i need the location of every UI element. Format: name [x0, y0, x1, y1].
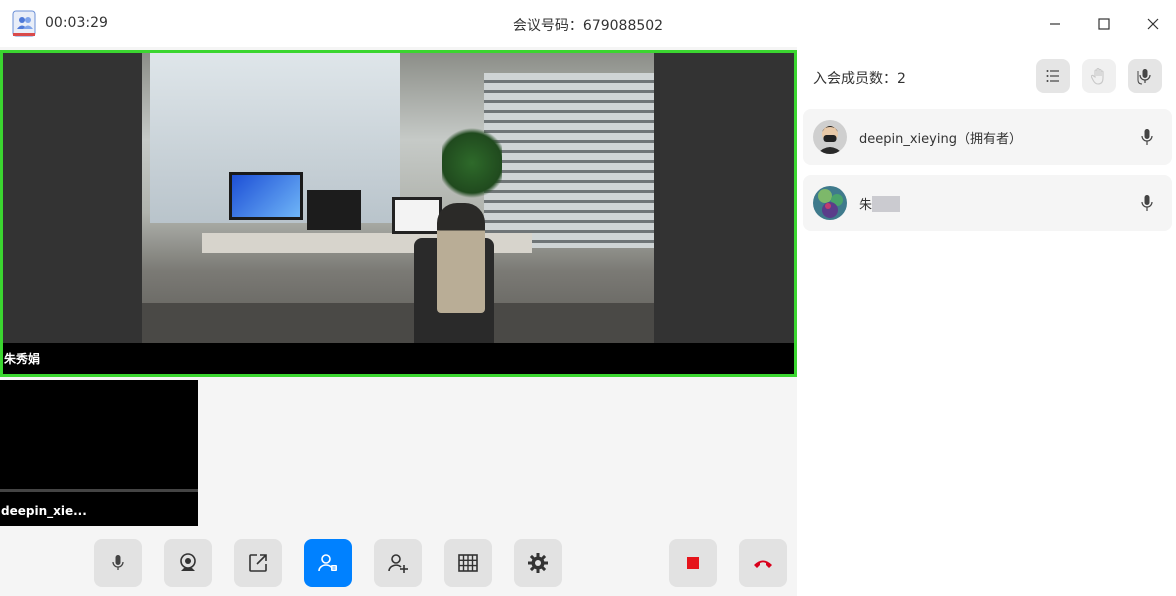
stop-icon	[687, 557, 699, 569]
hangup-icon	[754, 560, 772, 568]
meeting-id-label: 会议号码：	[512, 18, 583, 34]
member-name: deepin_xieying（拥有者）	[859, 132, 1022, 147]
add-user-icon	[388, 554, 408, 573]
maximize-button[interactable]	[1090, 10, 1118, 38]
thumbnail-video	[0, 380, 198, 492]
invite-button[interactable]	[374, 539, 422, 587]
video-area: 朱秀娟 deepin_xie...	[0, 47, 797, 596]
grid-icon	[458, 554, 478, 572]
active-speaker-video[interactable]: 朱秀娟	[0, 50, 797, 377]
minimize-icon	[1050, 23, 1060, 25]
layout-button[interactable]	[444, 539, 492, 587]
share-icon	[249, 554, 267, 572]
close-icon	[1147, 18, 1159, 30]
members-button[interactable]	[304, 539, 352, 587]
speaker-name: 朱秀娟	[4, 352, 41, 366]
raise-hand-button[interactable]	[1082, 59, 1116, 93]
members-panel: 入会成员数：2 deepin_xieying（拥有者） 朱	[797, 47, 1176, 596]
title-bar: 00:03:29 会议号码：679088502	[0, 0, 1176, 47]
maximize-icon	[1098, 18, 1110, 30]
member-name: 朱	[859, 194, 901, 213]
webcam-icon	[180, 553, 196, 571]
members-icon	[318, 554, 337, 572]
hang-up-button[interactable]	[739, 539, 787, 587]
microphone-icon	[1141, 129, 1153, 145]
member-count: 入会成员数：2	[813, 68, 906, 88]
member-row[interactable]: deepin_xieying（拥有者）	[803, 109, 1172, 165]
gear-icon	[528, 553, 548, 573]
list-icon	[1046, 70, 1059, 82]
member-name-text: 朱	[859, 198, 873, 213]
avatar	[813, 120, 847, 154]
hand-icon	[1091, 67, 1104, 85]
minimize-button[interactable]	[1041, 10, 1069, 38]
member-count-label: 入会成员数：	[813, 71, 897, 87]
thumbnail-name: deepin_xie...	[1, 504, 87, 518]
mute-all-button[interactable]	[1128, 59, 1162, 93]
participant-thumbnail[interactable]: deepin_xie...	[0, 380, 198, 526]
meeting-id-value: 679088502	[582, 18, 664, 34]
microphone-icon	[112, 555, 124, 570]
member-count-value: 2	[897, 71, 906, 87]
member-row[interactable]: 朱	[803, 175, 1172, 231]
members-panel-header: 入会成员数：2	[797, 47, 1176, 104]
list-view-button[interactable]	[1036, 59, 1070, 93]
redacted-name	[872, 196, 901, 212]
microphone-button[interactable]	[94, 539, 142, 587]
avatar	[813, 186, 847, 220]
mic-hand-icon	[1137, 69, 1151, 85]
camera-feed	[142, 53, 654, 343]
camera-button[interactable]	[164, 539, 212, 587]
meeting-id: 会议号码：679088502	[0, 15, 1176, 35]
stop-recording-button[interactable]	[669, 539, 717, 587]
settings-button[interactable]	[514, 539, 562, 587]
speaker-name-bar: 朱秀娟	[3, 343, 794, 374]
microphone-icon	[1141, 195, 1153, 211]
close-button[interactable]	[1139, 10, 1167, 38]
share-screen-button[interactable]	[234, 539, 282, 587]
